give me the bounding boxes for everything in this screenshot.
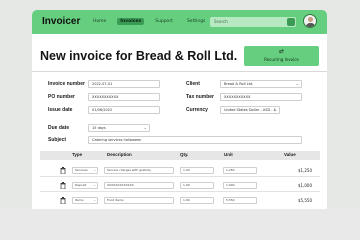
tax-number-value: XXXXXXXXXXX	[224, 95, 251, 99]
row-amount: $1,000	[298, 183, 312, 188]
type-select[interactable]: Items ⌄	[72, 197, 98, 204]
issue-date-value: 01/06/2022	[92, 108, 113, 112]
trash-icon[interactable]	[60, 182, 66, 189]
qty-value: 1.00	[183, 198, 190, 202]
page-title: New invoice for Bread & Roll Ltd.	[40, 49, 238, 63]
unit-value: 1,000	[226, 183, 235, 187]
due-date-select[interactable]: 15 days ⌄	[88, 124, 150, 132]
header-qty: Qty.	[180, 152, 189, 157]
unit-value: 5,550	[226, 198, 235, 202]
tax-number-label: Tax number	[186, 94, 214, 100]
row-amount: $5,550	[298, 198, 312, 203]
due-date-value: 15 days	[92, 126, 106, 130]
tax-number-field[interactable]: XXXXXXXXXXX	[220, 93, 302, 101]
row-divider	[40, 176, 320, 177]
type-select[interactable]: Services ⌄	[72, 167, 98, 174]
header-type: Type	[72, 152, 83, 157]
currency-select[interactable]: United States Dollar - USD - $ ⌄	[220, 106, 280, 114]
recurring-invoice-label: Recurring Invoice	[264, 57, 299, 62]
search-placeholder: Search	[214, 19, 228, 24]
trash-icon[interactable]	[60, 167, 66, 174]
chevron-down-icon: ⌄	[273, 107, 277, 112]
top-bar: Invoicer Home Invoices Support Settings …	[32, 10, 327, 34]
invoice-number-field[interactable]: 2022-07-01	[88, 80, 160, 88]
client-value: Bread & Roll Ltd.	[224, 82, 254, 86]
subject-value: Catering services halloween	[92, 138, 142, 142]
type-value: Services	[75, 168, 88, 172]
invoice-number-label: Invoice number	[48, 81, 85, 87]
table-row: Items ⌄ Food items 1.00 5,550 $5,550	[40, 195, 320, 207]
currency-value: United States Dollar - USD - $	[224, 108, 276, 112]
avatar[interactable]	[303, 14, 317, 28]
unit-field[interactable]: 5,550	[223, 197, 257, 204]
chevron-down-icon: ⌄	[295, 81, 299, 86]
app-window: Invoicer Home Invoices Support Settings …	[32, 10, 327, 209]
table-row: Services ⌄ Service charges with gratuity…	[40, 165, 320, 177]
header-value: Value	[284, 152, 296, 157]
unit-field[interactable]: 1,000	[223, 182, 257, 189]
invoice-number-value: 2022-07-01	[92, 82, 113, 86]
trash-icon[interactable]	[60, 197, 66, 204]
type-select[interactable]: Deposit ⌄	[72, 182, 98, 189]
description-value: Service charges with gratuity	[107, 168, 152, 172]
po-number-field[interactable]: XXXXXXXXXXX	[88, 93, 160, 101]
qty-value: 1.00	[183, 183, 190, 187]
recurring-invoice-button[interactable]: ⇄ Recurring Invoice	[244, 46, 319, 66]
description-field[interactable]: Food items	[104, 197, 174, 204]
qty-field[interactable]: 1.00	[180, 167, 214, 174]
chevron-down-icon: ⌄	[143, 125, 147, 130]
due-date-label: Due date	[48, 125, 70, 131]
avatar-head	[308, 17, 313, 22]
description-field[interactable]: Service charges with gratuity	[104, 167, 174, 174]
client-label: Client	[186, 81, 200, 87]
repeat-icon: ⇄	[279, 48, 285, 55]
description-value: Food items	[107, 198, 124, 202]
chevron-down-icon: ⌄	[93, 183, 96, 187]
invoice-card: New invoice for Bread & Roll Ltd. ⇄ Recu…	[32, 34, 327, 209]
nav-home[interactable]: Home	[90, 18, 109, 25]
main-nav: Home Invoices Support Settings	[90, 18, 208, 25]
po-number-value: XXXXXXXXXXX	[92, 95, 119, 99]
issue-date-field[interactable]: 01/06/2022	[88, 106, 160, 114]
search-icon[interactable]	[287, 18, 295, 26]
description-value: XXXXXXXXXXXXX	[107, 183, 134, 187]
unit-value: 1,250	[226, 168, 235, 172]
divider	[32, 71, 327, 72]
header-unit: Unit	[224, 152, 233, 157]
row-amount: $1,250	[298, 168, 312, 173]
chevron-down-icon: ⌄	[93, 168, 96, 172]
row-divider	[40, 191, 320, 192]
chevron-down-icon: ⌄	[93, 198, 96, 202]
description-field[interactable]: XXXXXXXXXXXXX	[104, 182, 174, 189]
subject-field[interactable]: Catering services halloween	[88, 136, 302, 144]
table-header: Type Description Qty. Unit Value	[40, 151, 320, 160]
unit-field[interactable]: 1,250	[223, 167, 257, 174]
search-input[interactable]: Search	[210, 17, 296, 27]
header-description: Description	[107, 152, 132, 157]
app-logo[interactable]: Invoicer	[42, 16, 80, 27]
qty-field[interactable]: 1.00	[180, 197, 214, 204]
subject-label: Subject	[48, 137, 67, 143]
issue-date-label: Issue date	[48, 107, 73, 113]
qty-value: 1.00	[183, 168, 190, 172]
nav-invoices[interactable]: Invoices	[117, 18, 145, 25]
currency-label: Currency	[186, 107, 208, 113]
table-row: Deposit ⌄ XXXXXXXXXXXXX 1.00 1,000 $1,00…	[40, 180, 320, 192]
nav-support[interactable]: Support	[152, 18, 176, 25]
avatar-body	[306, 23, 315, 27]
client-select[interactable]: Bread & Roll Ltd. ⌄	[220, 80, 302, 88]
po-number-label: PO number	[48, 94, 75, 100]
type-value: Deposit	[75, 183, 87, 187]
nav-settings[interactable]: Settings	[184, 18, 208, 25]
qty-field[interactable]: 1.00	[180, 182, 214, 189]
type-value: Items	[75, 198, 84, 202]
